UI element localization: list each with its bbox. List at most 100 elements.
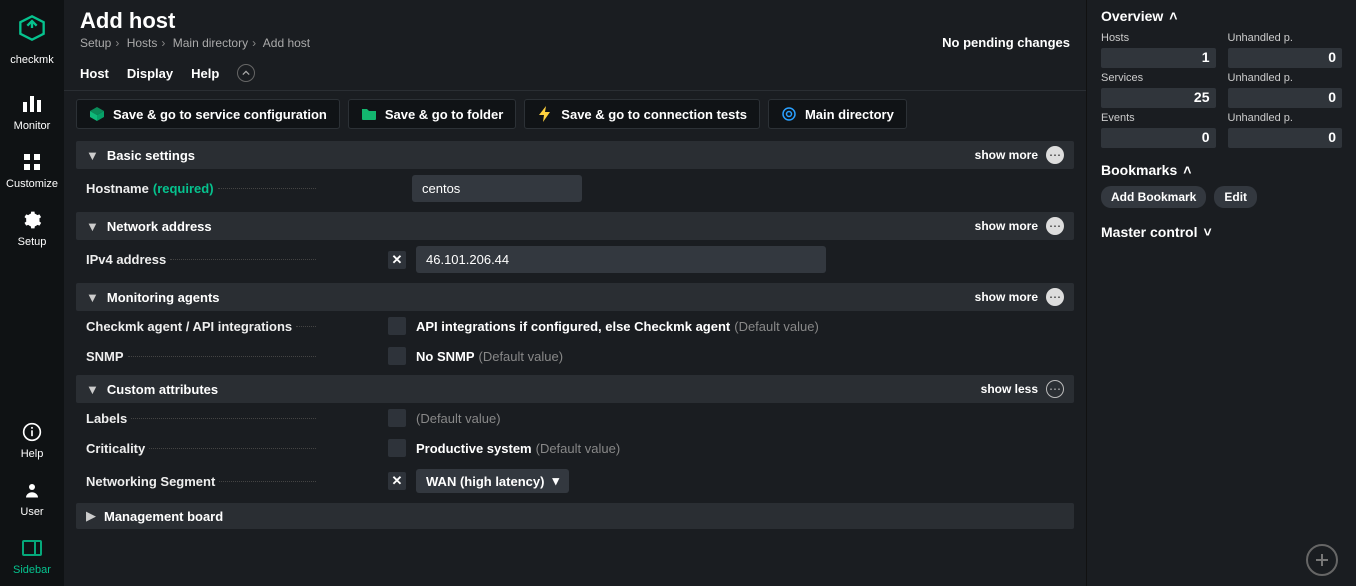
main-directory-button[interactable]: Main directory [768,99,907,129]
show-more-button[interactable]: show more [975,219,1038,233]
chevron-down-icon: ▾ [552,473,559,489]
more-icon[interactable]: ⋯ [1046,217,1064,235]
default-label: (Default value) [536,441,621,456]
network-segment-select[interactable]: WAN (high latency) ▾ [416,469,569,493]
bar-chart-icon [21,92,43,116]
add-widget-button[interactable] [1306,544,1338,576]
crumb-hosts[interactable]: Hosts [127,36,158,50]
breadcrumb: Setup› Hosts› Main directory› Add host [80,36,310,50]
labels-label: Labels [86,411,127,426]
menubar: Host Display Help [64,56,1086,91]
overview-grid: Hosts Unhandled p. 1 0 Services Unhandle… [1101,32,1342,148]
nav-user[interactable]: User [0,470,64,528]
chevron-down-icon: ▼ [86,290,99,305]
required-label: (required) [153,181,214,196]
menu-host[interactable]: Host [80,66,109,81]
panel-icon [22,536,42,560]
chevron-up-icon: ˄ [1183,162,1191,178]
agent-toggle[interactable] [388,317,406,335]
network-segment-label: Networking Segment [86,474,215,489]
edit-bookmark-button[interactable]: Edit [1214,186,1257,208]
btn-label: Main directory [805,107,894,122]
bookmarks-title: Bookmarks [1101,162,1177,178]
nav-sidebar-label: Sidebar [13,564,51,576]
more-icon[interactable]: ⋯ [1046,380,1064,398]
section-title: Network address [107,219,212,234]
show-less-button[interactable]: show less [981,382,1038,396]
section-monitoring-agents[interactable]: ▼ Monitoring agents show more ⋯ [76,283,1074,311]
labels-toggle[interactable] [388,409,406,427]
ipv4-toggle[interactable]: ✕ [388,251,406,269]
menu-help[interactable]: Help [191,66,219,81]
crumb-main-dir[interactable]: Main directory [173,36,248,50]
value-hosts-unhandled[interactable]: 0 [1228,48,1343,68]
nav-user-label: User [20,506,43,518]
agent-value: API integrations if configured, else Che… [416,319,730,334]
chevron-right-icon: ▶ [86,508,96,524]
default-label: (Default value) [416,411,501,426]
hostname-label: Hostname [86,181,149,196]
bolt-icon [537,106,553,122]
agent-label: Checkmk agent / API integrations [86,319,292,334]
label-unhandled: Unhandled p. [1228,72,1343,84]
main-area: Add host Setup› Hosts› Main directory› A… [64,0,1086,586]
section-management-board[interactable]: ▶ Management board [76,503,1074,529]
crumb-setup[interactable]: Setup [80,36,111,50]
section-basic-settings[interactable]: ▼ Basic settings show more ⋯ [76,141,1074,169]
network-segment-toggle[interactable]: ✕ [388,472,406,490]
btn-label: Save & go to connection tests [561,107,747,122]
label-services: Services [1101,72,1216,84]
overview-header[interactable]: Overview ˄ [1101,8,1342,24]
show-more-button[interactable]: show more [975,148,1038,162]
value-services[interactable]: 25 [1101,88,1216,108]
ipv4-input[interactable] [416,246,826,273]
default-label: (Default value) [734,319,819,334]
chevron-up-icon: ˄ [1169,8,1177,24]
section-custom-attributes[interactable]: ▼ Custom attributes show less ⋯ [76,375,1074,403]
save-go-folder-button[interactable]: Save & go to folder [348,99,516,129]
hostname-input[interactable] [412,175,582,202]
nav-setup[interactable]: Setup [0,200,64,258]
gear-icon [22,208,42,232]
criticality-toggle[interactable] [388,439,406,457]
master-control-header[interactable]: Master control ˅ [1101,224,1342,240]
snmp-value: No SNMP [416,349,475,364]
more-icon[interactable]: ⋯ [1046,288,1064,306]
add-bookmark-button[interactable]: Add Bookmark [1101,186,1206,208]
menu-display[interactable]: Display [127,66,173,81]
criticality-value: Productive system [416,441,532,456]
label-hosts: Hosts [1101,32,1216,44]
label-unhandled: Unhandled p. [1228,32,1343,44]
snmp-toggle[interactable] [388,347,406,365]
save-go-service-button[interactable]: Save & go to service configuration [76,99,340,129]
value-events-unhandled[interactable]: 0 [1228,128,1343,148]
page-title: Add host [80,8,310,34]
nav-monitor-label: Monitor [14,120,51,132]
more-icon[interactable]: ⋯ [1046,146,1064,164]
default-label: (Default value) [479,349,564,364]
nav-monitor[interactable]: Monitor [0,84,64,142]
pending-changes[interactable]: No pending changes [942,35,1070,50]
bookmarks-header[interactable]: Bookmarks ˄ [1101,162,1342,178]
btn-label: Save & go to folder [385,107,503,122]
nav-customize[interactable]: Customize [0,142,64,200]
value-hosts[interactable]: 1 [1101,48,1216,68]
btn-label: Save & go to service configuration [113,107,327,122]
user-icon [23,478,41,502]
chevron-down-icon: ˅ [1203,224,1211,240]
select-value: WAN (high latency) [426,474,544,489]
section-network-address[interactable]: ▼ Network address show more ⋯ [76,212,1074,240]
nav-sidebar[interactable]: Sidebar [0,528,64,586]
show-more-button[interactable]: show more [975,290,1038,304]
nav-setup-label: Setup [18,236,47,248]
value-services-unhandled[interactable]: 0 [1228,88,1343,108]
menu-collapse-icon[interactable] [237,64,255,82]
section-title: Management board [104,509,223,524]
chevron-down-icon: ▼ [86,148,99,163]
save-go-connection-button[interactable]: Save & go to connection tests [524,99,760,129]
label-unhandled: Unhandled p. [1228,112,1343,124]
section-title: Basic settings [107,148,195,163]
nav-help[interactable]: Help [0,412,64,470]
left-sidebar: checkmk Monitor Customize Setup Help [0,0,64,586]
value-events[interactable]: 0 [1101,128,1216,148]
